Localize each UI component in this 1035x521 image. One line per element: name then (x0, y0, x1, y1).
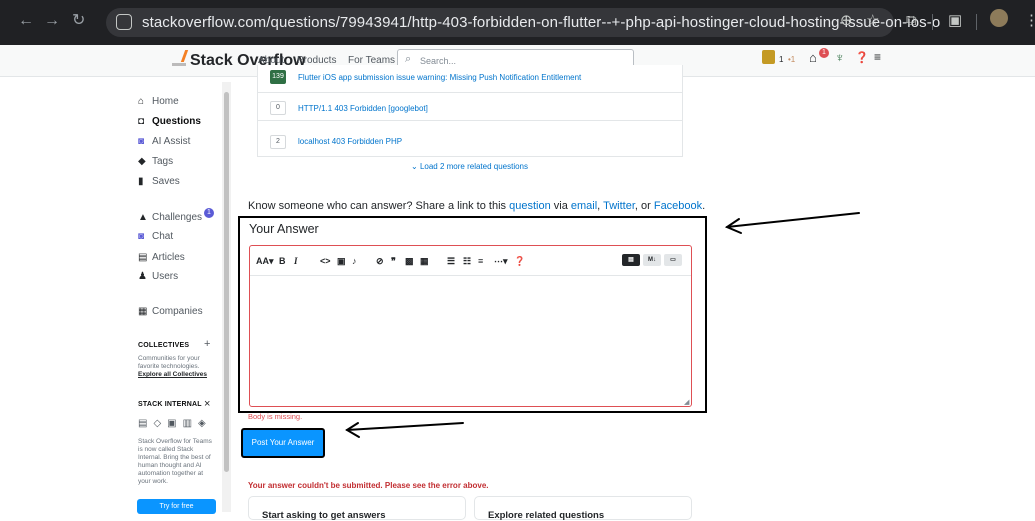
annotation-arrows (345, 212, 860, 438)
arrow-line-editor (726, 212, 860, 228)
arrow-line-button (346, 422, 464, 431)
